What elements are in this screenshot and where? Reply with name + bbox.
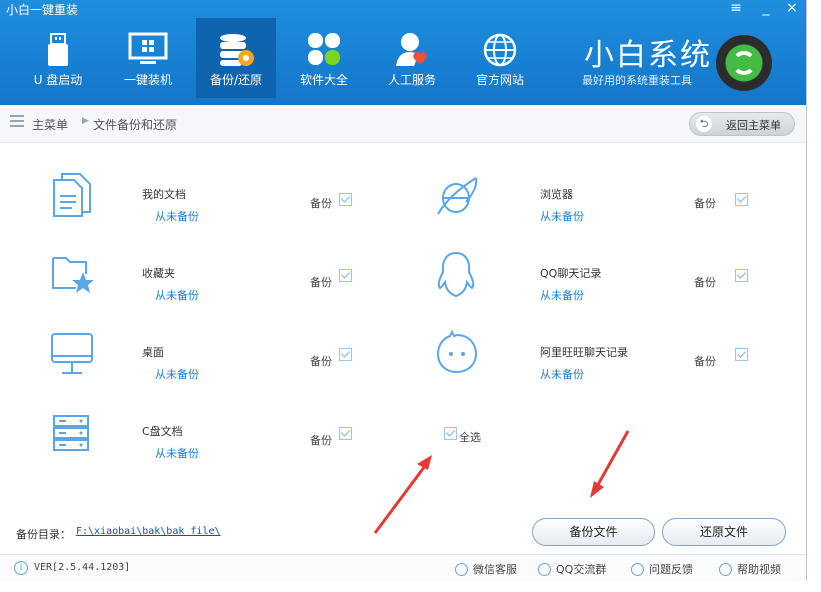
nav-label: 一键装机	[123, 73, 172, 87]
wechat-icon	[455, 563, 468, 576]
wechat-support-label: 微信客服	[473, 563, 517, 576]
item-name-favorites: 收藏夹	[142, 267, 175, 280]
wangwang-icon	[436, 330, 478, 374]
nav-backup-restore[interactable]: 备份/还原	[196, 18, 276, 98]
backup-label: 备份	[310, 355, 332, 368]
footer-bar: i VER[2.5.44.1203] 微信客服 QQ交流群 问题反馈 帮助视频	[0, 554, 806, 581]
window-title: 小白一键重装	[6, 3, 79, 17]
item-status-browser: 从未备份	[540, 210, 584, 223]
nav-software[interactable]: 软件大全	[284, 18, 364, 98]
select-all-label[interactable]: 全选	[459, 429, 481, 445]
item-status-desktop: 从未备份	[155, 368, 199, 381]
favorites-folder-icon	[52, 257, 94, 293]
backup-files-button[interactable]: 备份文件	[532, 518, 655, 546]
nav-label: 备份/还原	[209, 73, 263, 87]
header-bar: 小白一键重装 ≡ _ × U 盘启动 一键装机 备份/还原 软件大全 人工服务 …	[0, 0, 806, 105]
app-window: 小白一键重装 ≡ _ × U 盘启动 一键装机 备份/还原 软件大全 人工服务 …	[0, 0, 807, 581]
restore-files-button[interactable]: 还原文件	[662, 518, 786, 546]
backup-checkbox-favorites[interactable]	[339, 269, 352, 282]
qq-group-label: QQ交流群	[556, 563, 607, 576]
brand-logo	[716, 35, 772, 91]
back-arrow-icon: ⮌	[696, 116, 712, 132]
select-all-checkbox[interactable]	[444, 427, 457, 440]
server-drive-icon	[53, 415, 89, 451]
help-video-link[interactable]: 帮助视频	[719, 561, 781, 577]
version-text: VER[2.5.44.1203]	[34, 562, 131, 573]
close-button[interactable]: ×	[782, 0, 802, 16]
qq-group-icon	[538, 563, 551, 576]
monitor-windows-icon	[128, 32, 168, 64]
globe-icon	[483, 33, 517, 67]
brand-name: 小白系统	[584, 38, 712, 73]
breadcrumb-current: 文件备份和还原	[93, 118, 178, 132]
backup-dir-path-link[interactable]: F:\xiaobai\bak\bak file\	[76, 526, 221, 537]
item-status-my-documents: 从未备份	[155, 210, 199, 223]
backup-checkbox-browser[interactable]	[735, 193, 748, 206]
backup-label: 备份	[694, 355, 716, 368]
nav-official-site[interactable]: 官方网站	[460, 18, 540, 98]
backup-checkbox-desktop[interactable]	[339, 348, 352, 361]
nav-usb-boot[interactable]: U 盘启动	[18, 18, 98, 98]
nav-one-click-install[interactable]: 一键装机	[108, 18, 188, 98]
help-icon	[719, 563, 732, 576]
breadcrumb: 主菜单 ▶ 文件备份和还原 ⮌ 返回主菜单	[0, 105, 806, 143]
backup-label: 备份	[310, 197, 332, 210]
brand-tagline: 最好用的系统重装工具	[582, 74, 692, 87]
item-status-favorites: 从未备份	[155, 289, 199, 302]
item-name-my-documents: 我的文档	[142, 188, 186, 201]
usb-drive-icon	[48, 33, 68, 66]
backup-label: 备份	[310, 276, 332, 289]
database-backup-icon	[220, 34, 254, 66]
wechat-support-link[interactable]: 微信客服	[455, 561, 517, 577]
list-menu-icon	[10, 115, 24, 127]
back-button-label: 返回主菜单	[726, 119, 781, 132]
person-heart-icon	[396, 33, 427, 66]
nav-label: 官方网站	[475, 73, 524, 87]
breadcrumb-separator-icon: ▶	[82, 116, 89, 126]
item-status-qq-chat: 从未备份	[540, 289, 584, 302]
backup-label: 备份	[694, 197, 716, 210]
browser-icon	[437, 177, 478, 215]
backup-checkbox-qq-chat[interactable]	[735, 269, 748, 282]
backup-label: 备份	[310, 434, 332, 447]
nav-manual-service[interactable]: 人工服务	[372, 18, 452, 98]
item-status-wangwang-chat: 从未备份	[540, 368, 584, 381]
feedback-link[interactable]: 问题反馈	[631, 561, 693, 577]
feedback-icon	[631, 563, 644, 576]
back-to-main-menu-button[interactable]: ⮌ 返回主菜单	[689, 112, 795, 136]
item-name-qq-chat: QQ聊天记录	[540, 267, 602, 280]
nav-label: 软件大全	[299, 73, 348, 87]
item-name-browser: 浏览器	[540, 188, 573, 201]
backup-checkbox-wangwang-chat[interactable]	[735, 348, 748, 361]
feedback-label: 问题反馈	[649, 563, 693, 576]
backup-checkbox-c-drive-docs[interactable]	[339, 427, 352, 440]
menu-icon[interactable]: ≡	[726, 0, 746, 16]
desktop-monitor-icon	[51, 333, 93, 374]
backup-dir-label: 备份目录：	[16, 528, 71, 541]
item-status-c-drive-docs: 从未备份	[155, 447, 199, 460]
nav-label: 人工服务	[387, 73, 436, 87]
breadcrumb-home[interactable]: 主菜单	[32, 116, 68, 133]
help-video-label: 帮助视频	[737, 563, 781, 576]
documents-icon	[53, 173, 91, 217]
qq-group-link[interactable]: QQ交流群	[538, 561, 606, 577]
apps-grid-icon	[308, 33, 340, 65]
info-icon: i	[14, 561, 28, 575]
item-name-wangwang-chat: 阿里旺旺聊天记录	[540, 346, 628, 359]
qq-icon	[437, 251, 475, 298]
minimize-button[interactable]: _	[756, 0, 776, 16]
item-name-desktop: 桌面	[142, 346, 164, 359]
item-name-c-drive-docs: C盘文档	[142, 425, 183, 438]
backup-checkbox-my-documents[interactable]	[339, 193, 352, 206]
nav-label: U 盘启动	[33, 73, 83, 87]
backup-label: 备份	[694, 276, 716, 289]
